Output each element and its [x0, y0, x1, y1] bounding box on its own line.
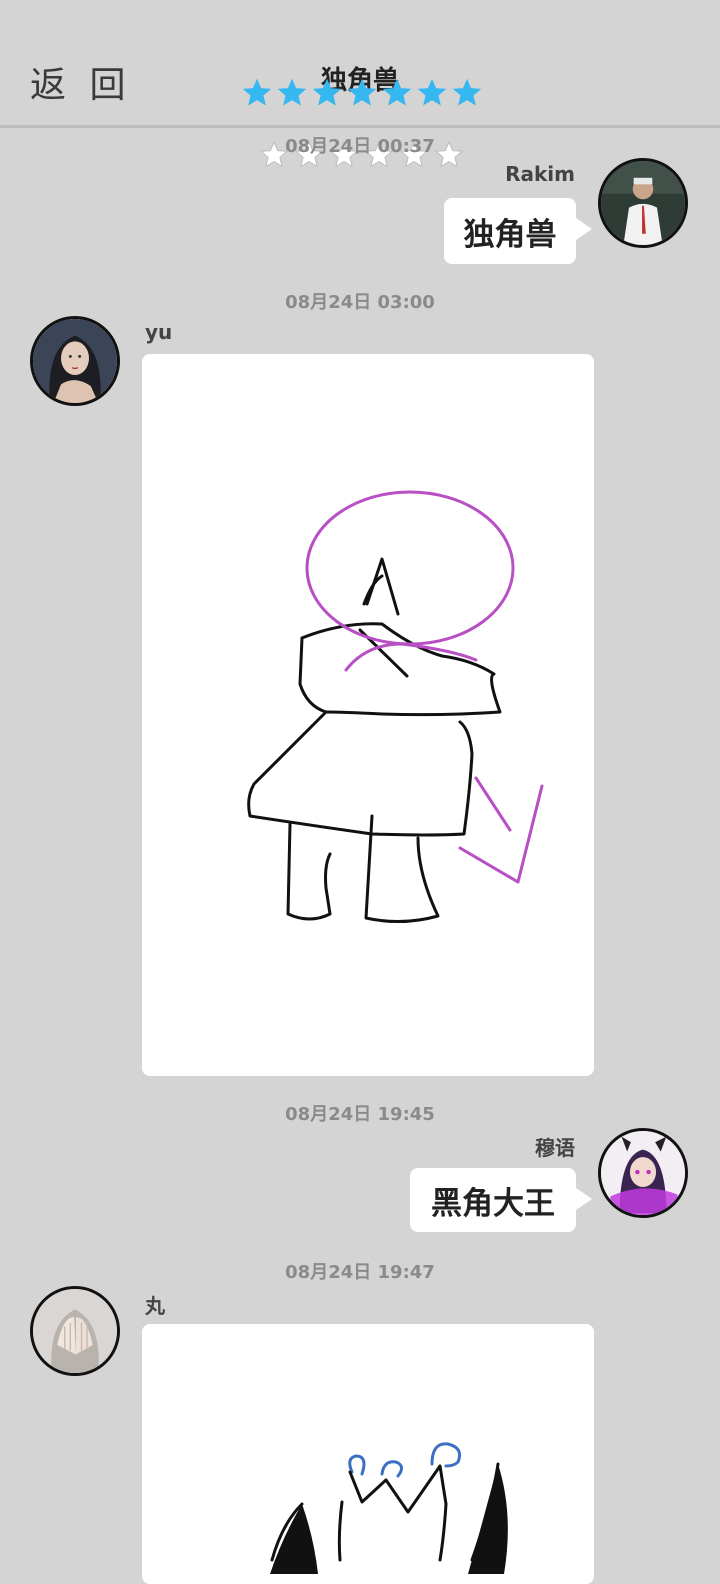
sender-name: Rakim: [505, 162, 575, 186]
chat-bubble[interactable]: 独角兽: [444, 198, 592, 264]
message-text: 黑角大王: [431, 1185, 555, 1222]
star-icon[interactable]: [347, 78, 377, 108]
avatar[interactable]: [598, 158, 688, 248]
message-timestamp: 08月24日 03:00: [285, 292, 435, 313]
star-icon[interactable]: [242, 78, 272, 108]
star-icon[interactable]: [312, 78, 342, 108]
avatar[interactable]: [598, 1128, 688, 1218]
image-message[interactable]: [142, 354, 594, 1076]
star-icon[interactable]: [382, 78, 412, 108]
chat-bubble[interactable]: 黑角大王: [410, 1168, 592, 1232]
star-icon[interactable]: [417, 78, 447, 108]
sender-name: 穆语: [535, 1136, 575, 1160]
top-bar: 返 回 独角兽: [0, 0, 720, 128]
star-icon[interactable]: [452, 78, 482, 108]
avatar[interactable]: [30, 316, 120, 406]
message-timestamp: 08月24日 19:47: [285, 1262, 435, 1283]
star-icon[interactable]: [277, 78, 307, 108]
sender-name: yu: [145, 320, 173, 344]
message-text: 独角兽: [463, 216, 557, 253]
avatar-woman-icon: [33, 319, 117, 403]
avatar-anime-girl-icon: [601, 1131, 685, 1215]
avatar[interactable]: [30, 1286, 120, 1376]
avatar-face-hands-icon: [33, 1289, 117, 1373]
image-message[interactable]: [142, 1324, 594, 1584]
rating-stars-blue[interactable]: [242, 78, 482, 108]
message-timestamp: 08月24日 00:37: [285, 136, 435, 157]
unicorn-drawing-image: [247, 490, 544, 924]
message-timestamp: 08月24日 19:45: [285, 1104, 435, 1125]
sender-name: 丸: [145, 1294, 165, 1318]
crown-drawing-image: [270, 1442, 508, 1574]
avatar-man-icon: [601, 161, 685, 245]
